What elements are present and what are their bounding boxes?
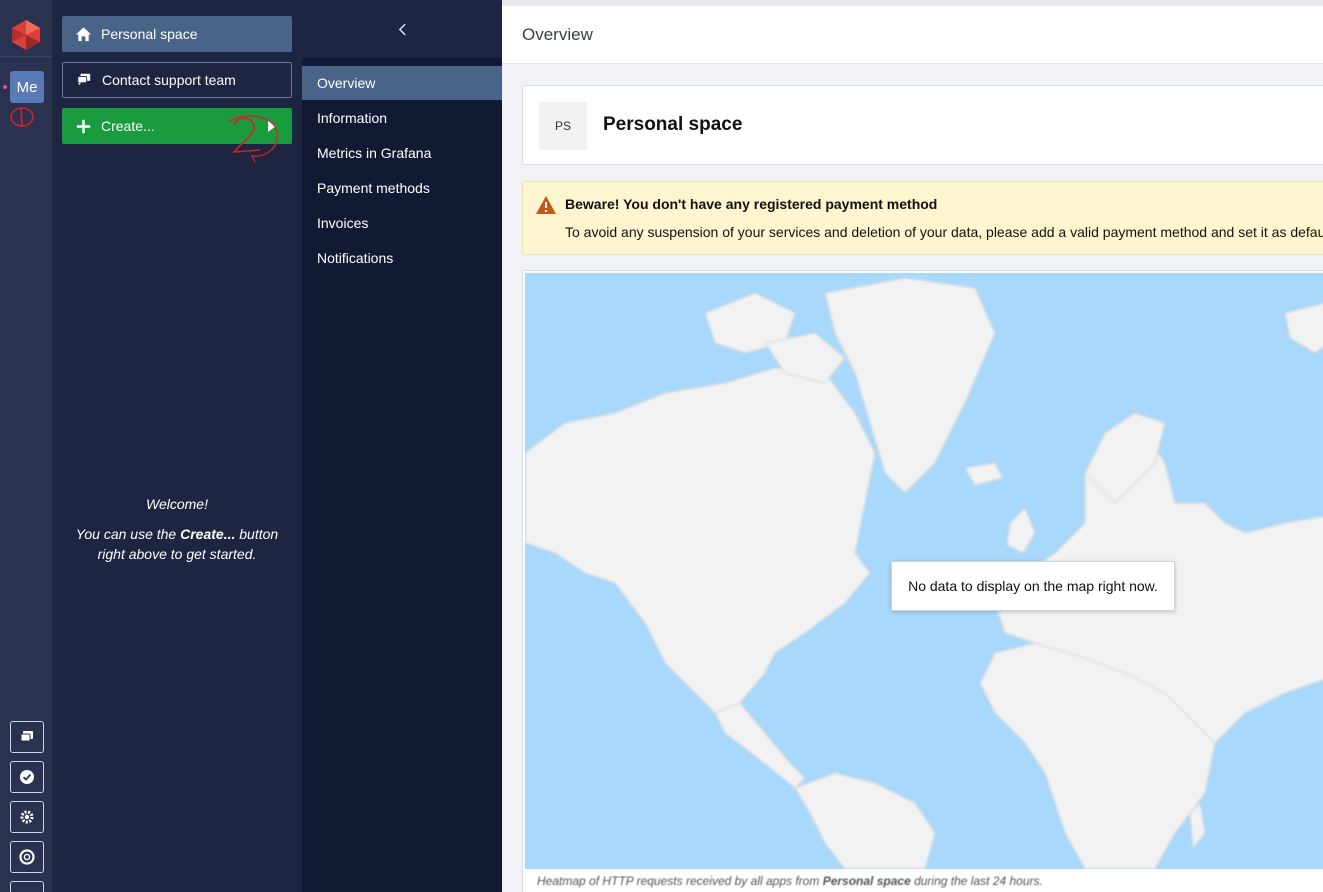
- personal-space-label: Personal space: [101, 26, 198, 42]
- sub-navigation: Overview Information Metrics in Grafana …: [302, 0, 502, 892]
- lifebuoy-icon[interactable]: [10, 841, 44, 873]
- rail-logo-area: [0, 0, 52, 57]
- space-title: Personal space: [603, 114, 743, 135]
- warning-title: Beware! You don't have any registered pa…: [565, 196, 938, 212]
- chevron-left-icon: [398, 23, 406, 35]
- me-button[interactable]: Me: [10, 71, 44, 103]
- notification-dot: [3, 85, 7, 89]
- payment-warning-banner: Beware! You don't have any registered pa…: [522, 181, 1323, 255]
- welcome-title: Welcome!: [146, 496, 208, 512]
- welcome-message: Welcome! You can use the Create... butto…: [62, 494, 292, 564]
- subnav-item-payment-methods[interactable]: Payment methods: [302, 171, 502, 205]
- subnav-item-information[interactable]: Information: [302, 101, 502, 135]
- create-label: Create...: [101, 118, 155, 134]
- world-heatmap[interactable]: No data to display on the map right now.: [525, 273, 1323, 869]
- red-annotation-scribble: [10, 107, 34, 128]
- app-rail: Me: [0, 0, 52, 892]
- personal-space-button[interactable]: Personal space: [62, 16, 292, 52]
- map-caption-post: during the last 24 hours.: [910, 874, 1043, 888]
- contact-support-label: Contact support team: [102, 72, 236, 88]
- plus-icon: [74, 117, 92, 135]
- space-avatar: PS: [539, 102, 587, 150]
- subnav-item-notifications[interactable]: Notifications: [302, 241, 502, 275]
- space-card: PS Personal space: [522, 85, 1323, 165]
- warning-text: To avoid any suspension of your services…: [565, 224, 1323, 240]
- gear-icon[interactable]: [10, 801, 44, 833]
- main-content: Overview PS Personal space Beware! You d…: [502, 0, 1323, 892]
- contact-support-button[interactable]: Contact support team: [62, 62, 292, 98]
- chat-icon[interactable]: [10, 721, 44, 753]
- subnav-item-invoices[interactable]: Invoices: [302, 206, 502, 240]
- welcome-text-pre: You can use the: [75, 526, 181, 542]
- map-caption-bold: Personal space: [822, 874, 911, 888]
- map-card: No data to display on the map right now.…: [522, 270, 1323, 892]
- more-icon[interactable]: [10, 881, 44, 892]
- warning-icon: [536, 196, 556, 214]
- page-title: Overview: [502, 6, 1323, 64]
- welcome-text-bold: Create...: [180, 526, 236, 542]
- chat-icon: [75, 71, 93, 89]
- map-empty-tooltip: No data to display on the map right now.: [891, 561, 1175, 611]
- home-icon: [74, 25, 92, 43]
- subnav-item-metrics-grafana[interactable]: Metrics in Grafana: [302, 136, 502, 170]
- collapse-button[interactable]: [302, 0, 502, 58]
- red-annotation-number: [227, 115, 278, 163]
- check-circle-icon[interactable]: [10, 761, 44, 793]
- subnav-item-overview[interactable]: Overview: [302, 66, 502, 100]
- map-caption: Heatmap of HTTP requests received by all…: [537, 874, 1043, 888]
- map-caption-pre: Heatmap of HTTP requests received by all…: [537, 874, 823, 888]
- logo-icon[interactable]: [10, 19, 42, 51]
- left-panel: Personal space Contact support team Crea…: [52, 0, 302, 892]
